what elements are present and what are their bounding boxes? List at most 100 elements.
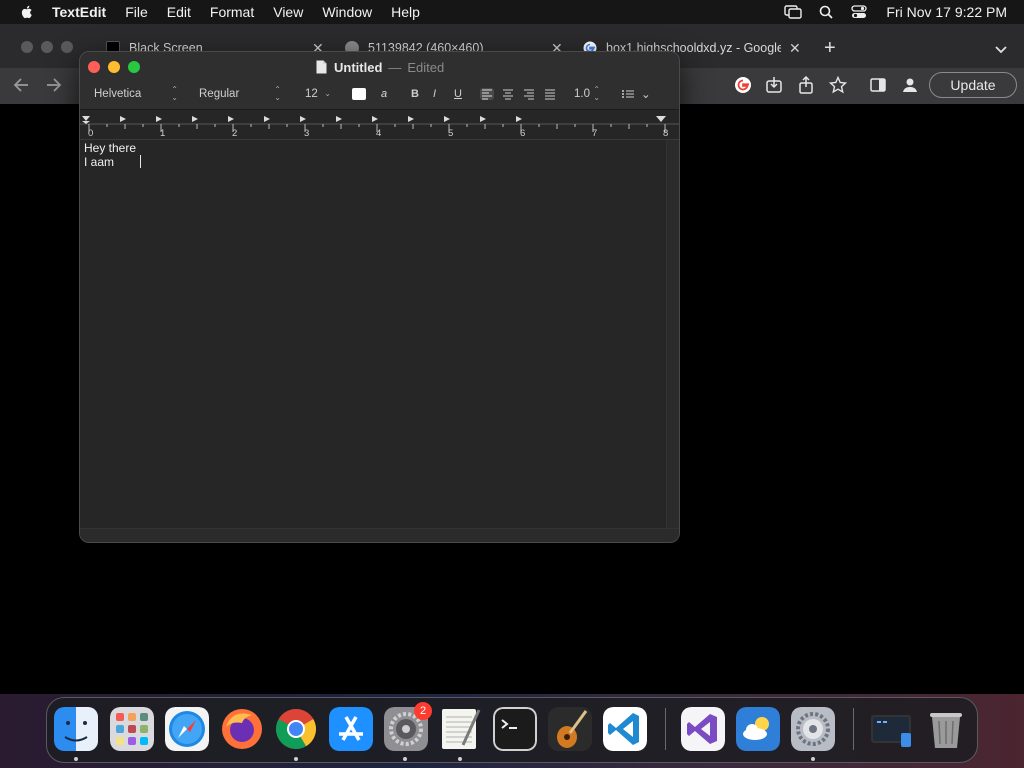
running-indicator xyxy=(294,757,298,761)
dock-textedit-icon[interactable] xyxy=(439,707,483,751)
screen-mirroring-icon[interactable] xyxy=(783,4,803,20)
menu-edit[interactable]: Edit xyxy=(167,4,191,20)
chevron-down-icon: ⌄ xyxy=(641,89,651,101)
apple-logo-icon[interactable] xyxy=(19,4,35,20)
menu-bar: TextEdit File Edit Format View Window He… xyxy=(0,0,1024,24)
align-center-button[interactable] xyxy=(501,85,515,103)
ruler-number: 8 xyxy=(663,128,669,139)
menu-window[interactable]: Window xyxy=(322,4,372,20)
menu-app-name[interactable]: TextEdit xyxy=(52,4,106,20)
dock-system-settings-icon[interactable] xyxy=(791,707,835,751)
popup-arrows-icon: ⌃ ⌄ xyxy=(593,85,600,102)
window-bottom-bar xyxy=(80,528,679,542)
dock-visual-studio-icon[interactable] xyxy=(681,707,725,751)
dock-divider xyxy=(665,708,666,750)
align-right-icon xyxy=(524,89,534,100)
dock-vscode-icon[interactable] xyxy=(603,707,647,751)
new-tab-button[interactable]: + xyxy=(824,38,836,58)
popup-arrows-icon: ⌃ ⌄ xyxy=(171,85,178,102)
profile-icon[interactable] xyxy=(901,76,919,94)
ruler-number: 5 xyxy=(448,128,454,139)
install-app-icon[interactable] xyxy=(765,76,783,94)
dock-finder-icon[interactable] xyxy=(54,707,98,751)
document-line: Hey there xyxy=(84,141,137,155)
line-spacing-value: 1.0 xyxy=(574,88,590,100)
font-family-value: Helvetica xyxy=(94,88,142,100)
bookmark-star-icon[interactable] xyxy=(829,76,847,94)
zoom-button[interactable] xyxy=(128,61,140,73)
side-panel-icon[interactable] xyxy=(869,76,887,94)
ruler-number: 0 xyxy=(88,128,94,139)
control-center-icon[interactable] xyxy=(849,4,869,20)
back-arrow-icon[interactable] xyxy=(12,76,30,94)
document-icon xyxy=(316,60,327,74)
font-size-combo[interactable]: 12 ⌄ xyxy=(299,85,337,103)
browser-minimize-button[interactable] xyxy=(41,41,53,53)
popup-arrows-icon: ⌃ ⌄ xyxy=(274,85,281,102)
title-separator: — xyxy=(388,59,402,75)
dock-launchpad-icon[interactable] xyxy=(110,707,154,751)
browser-zoom-button[interactable] xyxy=(61,41,73,53)
bold-button[interactable]: B xyxy=(411,85,419,103)
menu-help[interactable]: Help xyxy=(391,4,420,20)
menu-view[interactable]: View xyxy=(273,4,303,20)
highlight-icon: a xyxy=(381,88,388,100)
justify-button[interactable] xyxy=(543,85,557,103)
tab-search-icon[interactable] xyxy=(994,43,1008,57)
list-bullets-icon xyxy=(622,90,634,98)
ruler-number: 4 xyxy=(376,128,382,139)
italic-button[interactable]: I xyxy=(433,85,436,103)
close-button[interactable] xyxy=(88,61,100,73)
underline-button[interactable]: U xyxy=(454,85,462,103)
spotlight-search-icon[interactable] xyxy=(816,4,836,20)
tab-close-icon[interactable]: ✕ xyxy=(789,41,801,55)
dock-divider xyxy=(853,708,854,750)
ruler-number: 1 xyxy=(160,128,166,139)
dock-trash-icon[interactable] xyxy=(924,707,968,751)
ruler-number: 3 xyxy=(304,128,310,139)
align-left-icon xyxy=(480,88,494,100)
share-icon[interactable] xyxy=(797,76,815,94)
font-family-popup[interactable]: Helvetica ⌃ ⌄ xyxy=(88,85,184,103)
notification-badge: 2 xyxy=(414,702,432,720)
dock-app-store-icon[interactable] xyxy=(329,707,373,751)
running-indicator xyxy=(811,757,815,761)
edited-status: Edited xyxy=(407,59,445,75)
dock-garageband-icon[interactable] xyxy=(548,707,592,751)
justify-icon xyxy=(545,89,555,100)
ruler-number: 2 xyxy=(232,128,238,139)
document-name: Untitled xyxy=(334,59,383,75)
dock-safari-icon[interactable] xyxy=(165,707,209,751)
update-button[interactable]: Update xyxy=(929,72,1017,98)
dock-chrome-icon[interactable] xyxy=(274,707,318,751)
text-color-well[interactable] xyxy=(352,85,366,103)
minimize-button[interactable] xyxy=(108,61,120,73)
font-style-popup[interactable]: Regular ⌃ ⌄ xyxy=(193,85,287,103)
menu-format[interactable]: Format xyxy=(210,4,254,20)
text-caret xyxy=(140,155,141,168)
ruler-number: 6 xyxy=(520,128,526,139)
dock-terminal-icon[interactable] xyxy=(493,707,537,751)
dock-downloads-stack-icon[interactable] xyxy=(869,707,913,751)
ruler-number: 7 xyxy=(592,128,598,139)
line-spacing-popup[interactable]: 1.0 ⌃ ⌄ xyxy=(568,85,606,103)
dock-weather-icon[interactable] xyxy=(736,707,780,751)
menu-file[interactable]: File xyxy=(125,4,148,20)
browser-close-button[interactable] xyxy=(21,41,33,53)
google-lens-icon[interactable] xyxy=(734,76,752,94)
menu-bar-clock[interactable]: Fri Nov 17 9:22 PM xyxy=(886,4,1007,20)
running-indicator xyxy=(74,757,78,761)
dock-firefox-icon[interactable] xyxy=(220,707,264,751)
document-text-area[interactable]: Hey there I aam xyxy=(80,140,666,528)
forward-arrow-icon[interactable] xyxy=(45,76,63,94)
highlight-color-well[interactable]: a xyxy=(381,85,387,103)
vertical-scrollbar[interactable] xyxy=(666,140,679,528)
align-right-button[interactable] xyxy=(522,85,536,103)
font-size-value: 12 xyxy=(305,88,318,100)
align-center-icon xyxy=(503,89,513,100)
menu-bar-status-area: Fri Nov 17 9:22 PM xyxy=(783,0,1024,24)
list-bullets-popup[interactable]: ⌄ xyxy=(621,85,653,103)
align-left-button[interactable] xyxy=(480,85,494,103)
textedit-window: Untitled — Edited Helvetica ⌃ ⌄ Regular ⌃… xyxy=(79,51,680,543)
font-style-value: Regular xyxy=(199,88,240,100)
